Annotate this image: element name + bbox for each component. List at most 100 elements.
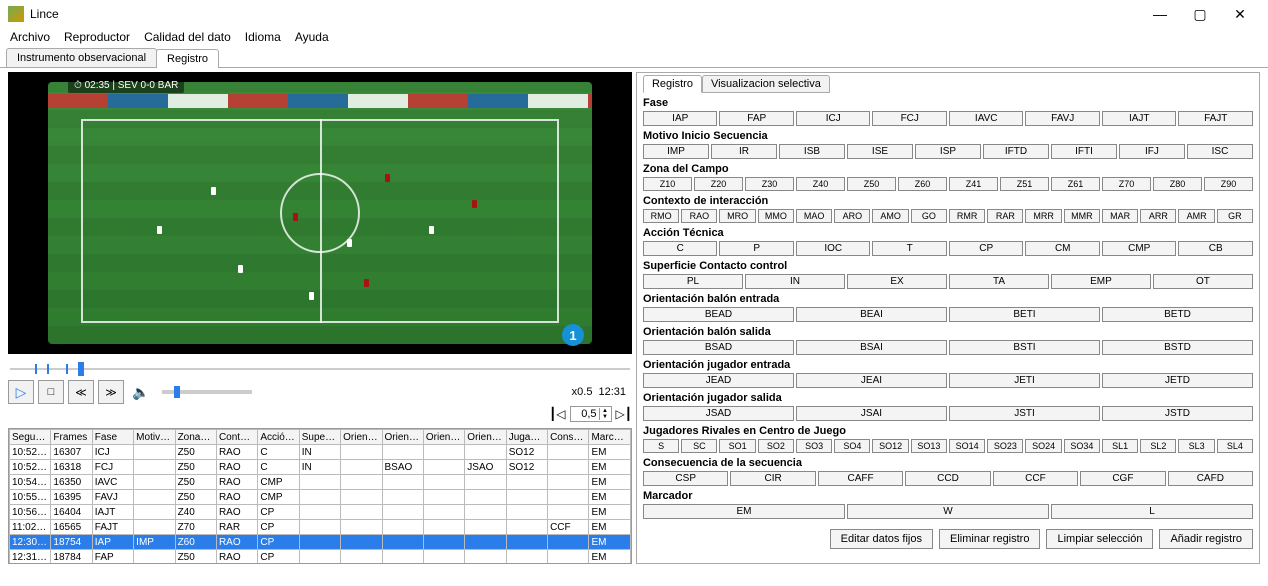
rewind-button[interactable]: ≪ (68, 380, 94, 404)
column-header[interactable]: Frames (51, 430, 92, 445)
seek-bar[interactable] (10, 362, 630, 376)
outer-tab[interactable]: Registro (156, 49, 219, 68)
category-button[interactable]: S (643, 439, 679, 453)
category-button[interactable]: CCD (905, 471, 990, 486)
action-button[interactable]: Editar datos fijos (830, 529, 933, 549)
category-button[interactable]: L (1051, 504, 1253, 519)
category-button[interactable]: SO1 (719, 439, 755, 453)
category-button[interactable]: SO12 (872, 439, 908, 453)
category-button[interactable]: FAJT (1178, 111, 1253, 126)
column-header[interactable]: Cont… (216, 430, 257, 445)
category-button[interactable]: BETI (949, 307, 1100, 322)
category-button[interactable]: IOC (796, 241, 871, 256)
category-button[interactable]: JSTD (1102, 406, 1253, 421)
category-button[interactable]: GO (911, 209, 947, 223)
category-button[interactable]: Z90 (1204, 177, 1253, 191)
category-button[interactable]: CAFF (818, 471, 903, 486)
category-button[interactable]: IN (745, 274, 845, 289)
play-button[interactable]: ▷ (8, 380, 34, 404)
minimize-button[interactable]: — (1140, 0, 1180, 28)
category-button[interactable]: ISE (847, 144, 913, 159)
category-button[interactable]: JETD (1102, 373, 1253, 388)
category-button[interactable]: Z41 (949, 177, 998, 191)
category-button[interactable]: SC (681, 439, 717, 453)
column-header[interactable]: Cons… (548, 430, 589, 445)
category-button[interactable]: JSTI (949, 406, 1100, 421)
category-button[interactable]: CMP (1102, 241, 1177, 256)
category-button[interactable]: IFTI (1051, 144, 1117, 159)
category-button[interactable]: JSAI (796, 406, 947, 421)
column-header[interactable]: Orien… (423, 430, 464, 445)
category-button[interactable]: W (847, 504, 1049, 519)
category-button[interactable]: Z80 (1153, 177, 1202, 191)
category-button[interactable]: FAVJ (1025, 111, 1100, 126)
category-button[interactable]: CCF (993, 471, 1078, 486)
stop-button[interactable]: □ (38, 380, 64, 404)
category-button[interactable]: Z60 (898, 177, 947, 191)
category-button[interactable]: BETD (1102, 307, 1253, 322)
category-button[interactable]: MMR (1064, 209, 1100, 223)
category-button[interactable]: SO2 (758, 439, 794, 453)
category-button[interactable]: CM (1025, 241, 1100, 256)
category-button[interactable]: JEAD (643, 373, 794, 388)
column-header[interactable]: Orien… (382, 430, 423, 445)
speed-stepper[interactable]: ▲▼ (570, 406, 612, 422)
video-viewport[interactable]: ⏱ 02:35 | SEV 0-0 BAR 1 (8, 72, 632, 354)
table-row[interactable]: 10:52…16307ICJZ50RAOCINSO12EM (10, 445, 631, 460)
category-button[interactable]: BEAD (643, 307, 794, 322)
category-button[interactable]: Z30 (745, 177, 794, 191)
category-button[interactable]: TA (949, 274, 1049, 289)
column-header[interactable]: Segu… (10, 430, 51, 445)
right-tab[interactable]: Registro (643, 75, 702, 93)
table-row[interactable]: 10:54…16350IAVCZ50RAOCMPEM (10, 475, 631, 490)
category-button[interactable]: FCJ (872, 111, 947, 126)
category-button[interactable]: IAVC (949, 111, 1024, 126)
data-grid[interactable]: Segu…FramesFaseMotiv…Zona…Cont…Acció…Sup… (8, 428, 632, 564)
volume-slider[interactable] (162, 390, 252, 394)
frame-fwd-icon[interactable]: ▷┃ (616, 407, 632, 421)
speed-input[interactable] (571, 407, 599, 421)
maximize-button[interactable]: ▢ (1180, 0, 1220, 28)
category-button[interactable]: IMP (643, 144, 709, 159)
category-button[interactable]: MMO (758, 209, 794, 223)
category-button[interactable]: SO23 (987, 439, 1023, 453)
category-button[interactable]: IFTD (983, 144, 1049, 159)
category-button[interactable]: IFJ (1119, 144, 1185, 159)
category-button[interactable]: EM (643, 504, 845, 519)
category-button[interactable]: SO3 (796, 439, 832, 453)
category-button[interactable]: Z51 (1000, 177, 1049, 191)
category-button[interactable]: BEAI (796, 307, 947, 322)
volume-icon[interactable]: 🔈 (128, 380, 154, 404)
category-button[interactable]: SO14 (949, 439, 985, 453)
category-button[interactable]: Z10 (643, 177, 692, 191)
category-button[interactable]: PL (643, 274, 743, 289)
category-button[interactable]: SL3 (1178, 439, 1214, 453)
category-button[interactable]: Z20 (694, 177, 743, 191)
category-button[interactable]: SO24 (1025, 439, 1061, 453)
category-button[interactable]: MRR (1025, 209, 1061, 223)
action-button[interactable]: Eliminar registro (939, 529, 1040, 549)
column-header[interactable]: Orien… (465, 430, 506, 445)
category-button[interactable]: SL2 (1140, 439, 1176, 453)
action-button[interactable]: Limpiar selección (1046, 529, 1153, 549)
category-button[interactable]: RMO (643, 209, 679, 223)
column-header[interactable]: Supe… (299, 430, 340, 445)
column-header[interactable]: Marc… (589, 430, 631, 445)
column-header[interactable]: Fase (92, 430, 133, 445)
category-button[interactable]: RAO (681, 209, 717, 223)
category-button[interactable]: ISC (1187, 144, 1253, 159)
category-button[interactable]: SO4 (834, 439, 870, 453)
table-row[interactable]: 10:55…16395FAVJZ50RAOCMPEM (10, 490, 631, 505)
close-button[interactable]: ✕ (1220, 0, 1260, 28)
category-button[interactable]: Z40 (796, 177, 845, 191)
category-button[interactable]: GR (1217, 209, 1253, 223)
category-button[interactable]: SO34 (1064, 439, 1100, 453)
right-tab[interactable]: Visualizacion selectiva (702, 75, 830, 93)
category-button[interactable]: SO13 (911, 439, 947, 453)
menu-ayuda[interactable]: Ayuda (295, 30, 329, 44)
table-row[interactable]: 12:31…18784FAPZ50RAOCPEM (10, 550, 631, 565)
category-button[interactable]: Z50 (847, 177, 896, 191)
outer-tab[interactable]: Instrumento observacional (6, 48, 157, 67)
category-button[interactable]: BSAI (796, 340, 947, 355)
category-button[interactable]: SL1 (1102, 439, 1138, 453)
